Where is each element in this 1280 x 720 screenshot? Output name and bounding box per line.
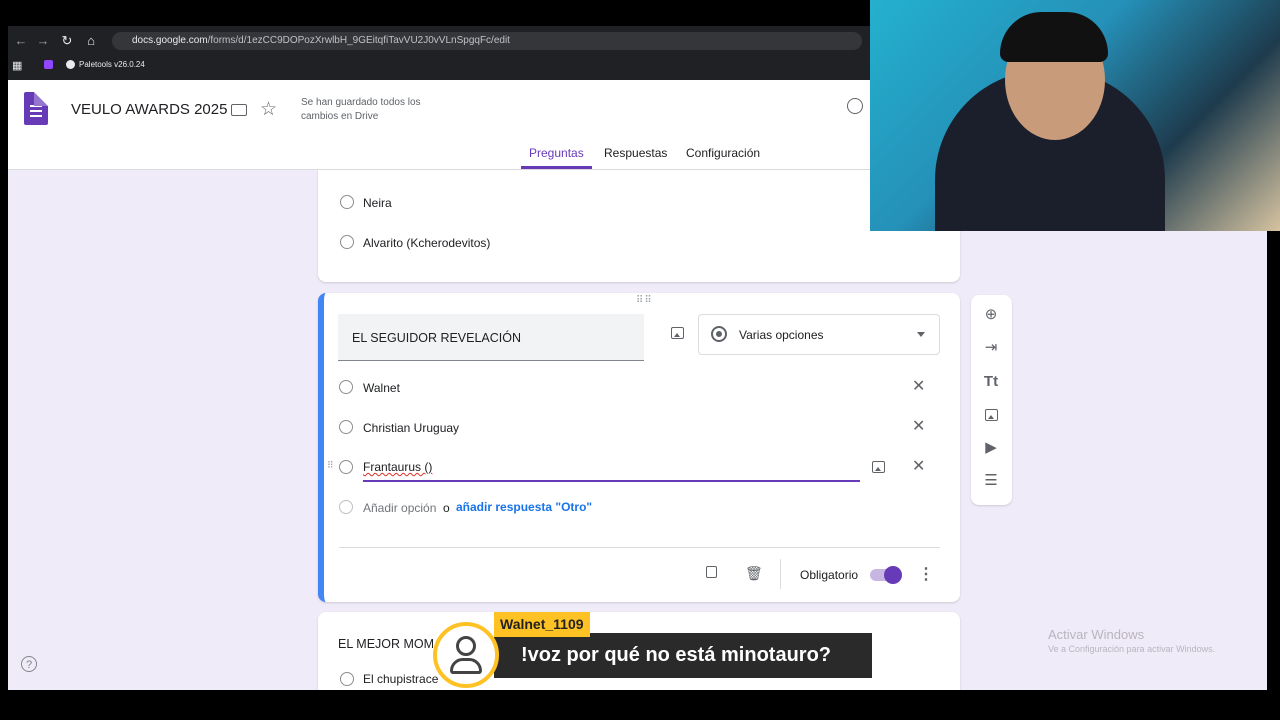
streamer-cap [1000, 12, 1108, 62]
remove-option-icon[interactable]: ✕ [912, 379, 925, 395]
paletools-icon [66, 60, 75, 69]
question-type-select[interactable]: Varias opciones [698, 314, 940, 355]
option-label: Alvarito (Kcherodevitos) [363, 236, 491, 250]
question-title: EL SEGUIDOR REVELACIÓN [352, 331, 522, 345]
drag-handle-icon[interactable]: ⠿⠿ [636, 295, 653, 306]
option-drag-handle-icon[interactable]: ⠿ [327, 460, 334, 471]
add-section-icon[interactable]: ☰ [982, 472, 1000, 490]
add-video-icon[interactable]: ▶ [982, 439, 1000, 457]
tab-respuestas[interactable]: Respuestas [604, 146, 667, 160]
activate-subtitle: Ve a Configuración para activar Windows. [1048, 644, 1216, 654]
or-label: o [443, 501, 450, 515]
add-title-icon[interactable]: Tt [982, 373, 1000, 391]
delete-icon[interactable]: 🗑 [745, 565, 763, 582]
option-image-icon[interactable] [872, 461, 885, 473]
home-icon[interactable]: ⌂ [82, 32, 100, 50]
question-title-field[interactable]: EL SEGUIDOR REVELACIÓN [338, 314, 644, 361]
option-radio [339, 500, 353, 514]
dropdown-arrow-icon [917, 332, 925, 337]
palette-icon[interactable] [847, 98, 863, 114]
remove-option-icon[interactable]: ✕ [912, 459, 925, 475]
question-toolbar: ⊕ ⇥ Tt ▶ ☰ [971, 295, 1012, 505]
chat-username: Walnet_1109 [494, 612, 590, 637]
required-toggle[interactable] [870, 566, 902, 584]
question-type-label: Varias opciones [739, 328, 824, 342]
reload-icon[interactable]: ↻ [58, 32, 76, 50]
url-field[interactable]: docs.google.com/forms/d/1ezCC9DOPozXrwlb… [112, 32, 862, 50]
google-forms-icon[interactable] [24, 92, 48, 125]
url-domain: docs.google.com [132, 35, 208, 46]
option-radio[interactable] [340, 672, 354, 686]
forms-header: VEULO AWARDS 2025 ☆ Se han guardado todo… [8, 80, 870, 170]
option-label[interactable]: Walnet [363, 381, 400, 395]
active-tab-indicator [521, 166, 592, 169]
save-status: Se han guardado todos los cambios en Dri… [301, 96, 441, 124]
add-option-link[interactable]: Añadir opción [363, 501, 436, 515]
screen-top-bar [0, 0, 870, 26]
option-radio[interactable] [339, 420, 353, 434]
activate-title: Activar Windows [1048, 627, 1145, 642]
browser-chrome: ← → ↻ ⌂ docs.google.com/forms/d/1ezCC9DO… [8, 26, 870, 80]
active-question-card[interactable]: ⠿⠿ EL SEGUIDOR REVELACIÓN Varias opcione… [318, 293, 960, 602]
footer-divider-vertical [780, 559, 781, 589]
bookmarks-bar: ▦ Paletools v26.0.24 [8, 54, 870, 76]
bookmark-paletools[interactable]: Paletools v26.0.24 [79, 60, 145, 69]
save-status-line1: Se han guardado todos los [301, 97, 421, 108]
option-radio[interactable] [340, 195, 354, 209]
remove-option-icon[interactable]: ✕ [912, 419, 925, 435]
add-image-icon[interactable] [985, 409, 998, 421]
back-icon[interactable]: ← [12, 32, 30, 50]
twitch-bookmark-icon[interactable] [44, 60, 53, 69]
chat-avatar [433, 622, 499, 688]
tab-preguntas[interactable]: Preguntas [529, 146, 584, 160]
folder-icon[interactable] [231, 104, 247, 116]
star-icon[interactable]: ☆ [260, 98, 277, 121]
tab-configuracion[interactable]: Configuración [686, 146, 760, 160]
url-path: /forms/d/1ezCC9DOPozXrwlbH_9GEitqfiTavVU… [207, 35, 510, 46]
option-label[interactable]: Christian Uruguay [363, 421, 459, 435]
add-other-link[interactable]: añadir respuesta "Otro" [456, 500, 592, 514]
option-label: El chupistrace [363, 672, 439, 686]
windows-activation-watermark: Activar Windows Ve a Configuración para … [1048, 627, 1215, 654]
save-status-line2: cambios en Drive [301, 111, 379, 122]
forward-icon[interactable]: → [34, 32, 52, 50]
option-label: Neira [363, 196, 392, 210]
next-question-title: EL MEJOR MOM [338, 637, 435, 651]
user-silhouette-body [450, 658, 482, 674]
option-radio[interactable] [339, 460, 353, 474]
option-radio[interactable] [339, 380, 353, 394]
add-question-icon[interactable]: ⊕ [982, 306, 1000, 324]
chat-message: !voz por qué no está minotauro? [494, 633, 872, 678]
required-label: Obligatorio [800, 568, 859, 582]
apps-grid-icon[interactable]: ▦ [12, 59, 22, 72]
screen-bottom-bar [0, 690, 1280, 720]
option-radio[interactable] [340, 235, 354, 249]
option-edit-field[interactable]: Frantaurus () [363, 453, 860, 482]
form-title[interactable]: VEULO AWARDS 2025 [71, 101, 227, 118]
more-options-icon[interactable]: ⋮ [918, 564, 934, 584]
chat-username-text: Walnet_1109 [500, 616, 584, 632]
option-edit-value: Frantaurus () [363, 460, 433, 474]
import-questions-icon[interactable]: ⇥ [982, 339, 1000, 357]
address-bar-row: ← → ↻ ⌂ docs.google.com/forms/d/1ezCC9DO… [8, 30, 870, 52]
card-footer-divider [339, 547, 940, 548]
webcam-overlay [870, 0, 1280, 231]
radio-type-dot [716, 331, 722, 337]
add-image-icon[interactable] [671, 327, 684, 339]
duplicate-icon[interactable] [706, 566, 717, 578]
user-silhouette-icon [456, 636, 476, 656]
toggle-knob [884, 566, 902, 584]
help-icon[interactable]: ? [21, 656, 37, 672]
previous-question-card[interactable]: Neira Alvarito (Kcherodevitos) [318, 170, 960, 282]
